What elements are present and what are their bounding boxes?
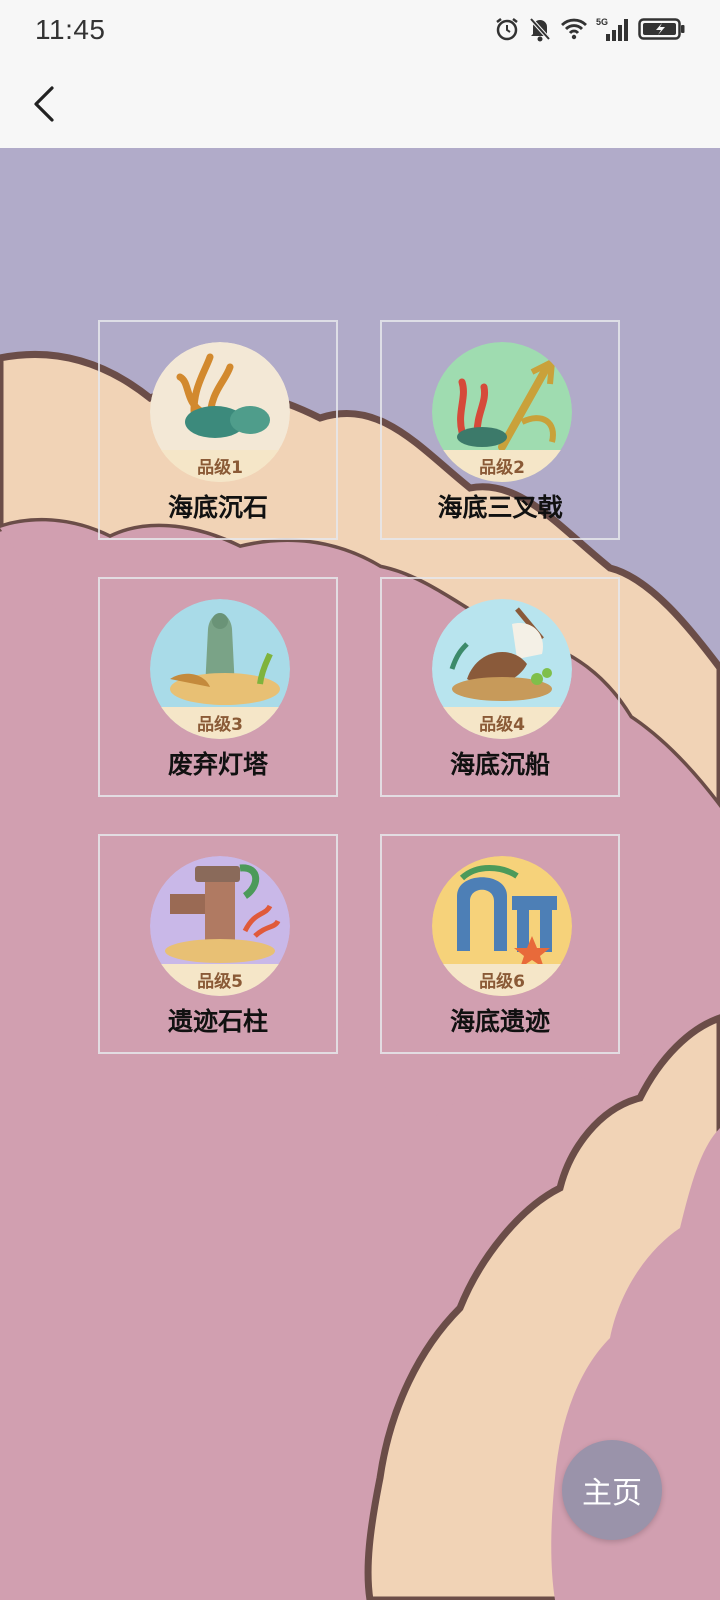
item-card-ruins[interactable]: 品级6 海底遗迹	[380, 834, 620, 1054]
item-name: 海底沉石	[167, 493, 268, 522]
grade-label: 品级3	[197, 715, 243, 735]
mute-icon	[529, 17, 551, 42]
lighthouse-icon: 品级3	[150, 599, 290, 739]
sea-rock-icon: 品级1	[150, 342, 290, 482]
stone-pillar-icon: 品级5	[150, 856, 290, 996]
status-bar: 11:45 5G	[0, 0, 720, 60]
item-card-trident[interactable]: 品级2 海底三叉戟	[380, 320, 620, 540]
item-name: 海底三叉戟	[437, 493, 563, 522]
ruins-icon: 品级6	[432, 856, 572, 996]
status-icons: 5G	[494, 16, 686, 42]
item-card-lighthouse[interactable]: 品级3 废弃灯塔	[98, 577, 338, 797]
item-card-sea-rock[interactable]: 品级1 海底沉石	[98, 320, 338, 540]
item-card-stone-pillar[interactable]: 品级5 遗迹石柱	[98, 834, 338, 1054]
network-type-label: 5G	[596, 17, 608, 27]
wifi-icon	[561, 18, 587, 40]
item-name: 海底沉船	[449, 750, 550, 779]
grade-label: 品级2	[479, 458, 525, 478]
app-bar	[0, 60, 720, 148]
item-name: 废弃灯塔	[167, 750, 268, 779]
battery-icon	[638, 18, 685, 40]
grade-label: 品级5	[197, 972, 243, 992]
alarm-icon	[496, 18, 518, 41]
shipwreck-icon: 品级4	[432, 599, 572, 739]
grade-label: 品级6	[479, 972, 525, 992]
status-time: 11:45	[35, 14, 106, 45]
home-button[interactable]: 主页	[562, 1440, 662, 1540]
item-name: 遗迹石柱	[167, 1007, 268, 1036]
cellular-signal-icon: 5G	[596, 17, 628, 41]
item-card-shipwreck[interactable]: 品级4 海底沉船	[380, 577, 620, 797]
grade-label: 品级1	[197, 458, 243, 478]
grade-label: 品级4	[479, 715, 525, 735]
item-name: 海底遗迹	[449, 1007, 550, 1036]
trident-icon: 品级2	[432, 342, 572, 482]
back-arrow-icon[interactable]	[22, 80, 70, 128]
